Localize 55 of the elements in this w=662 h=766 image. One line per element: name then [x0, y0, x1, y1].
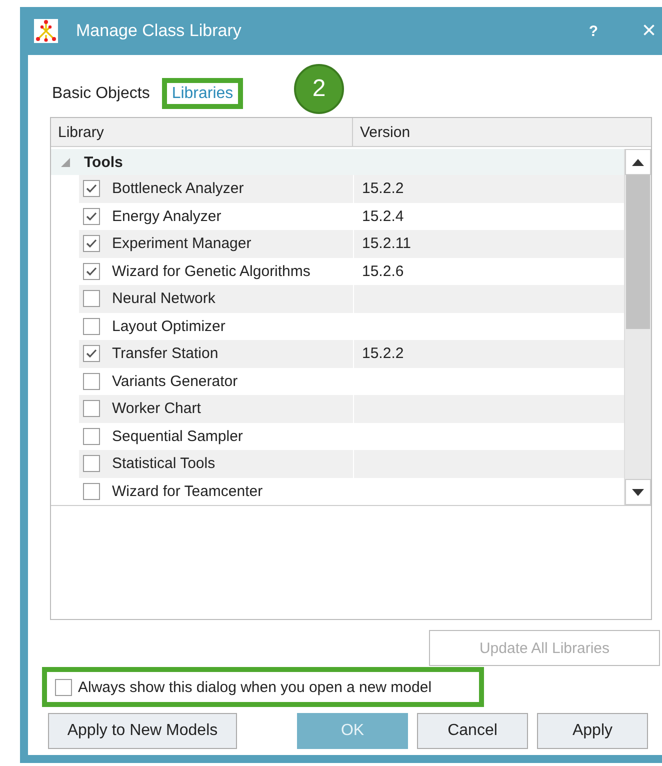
check-icon — [86, 266, 97, 276]
version-cell: 15.2.2 — [362, 345, 404, 362]
dialog-button[interactable]: Cancel — [417, 713, 528, 749]
library-name: Statistical Tools — [112, 455, 216, 472]
library-name: Neural Network — [112, 290, 216, 308]
checkbox[interactable] — [83, 208, 100, 225]
group-name[interactable]: Tools — [84, 154, 123, 170]
library-name: Transfer Station — [112, 345, 218, 362]
always-show-option[interactable]: Always show this dialog when you open a new model — [42, 667, 484, 707]
version-cell: 15.2.2 — [362, 180, 404, 198]
check-icon — [86, 212, 97, 221]
scroll-down-button[interactable] — [625, 479, 651, 505]
tab[interactable]: Basic Objects — [42, 78, 160, 108]
check-icon — [86, 349, 97, 358]
checkbox[interactable] — [83, 345, 100, 362]
checkbox[interactable] — [83, 428, 100, 445]
dialog-button[interactable]: Apply to New Models — [48, 713, 237, 749]
tab[interactable]: Libraries — [162, 78, 244, 108]
checkbox[interactable] — [83, 372, 100, 390]
checkbox[interactable] — [83, 482, 100, 500]
checkbox-label: Always show this dialog when you open a new model — [78, 678, 432, 696]
version-cell: 15.2.11 — [362, 235, 411, 252]
window-title: Manage Class Library — [76, 21, 242, 41]
library-name: Layout Optimizer — [112, 318, 226, 335]
column-header[interactable]: Version — [353, 118, 651, 146]
library-name: Energy Analyzer — [112, 208, 222, 225]
checkbox[interactable] — [83, 318, 100, 335]
checkbox[interactable] — [83, 180, 100, 198]
checkbox[interactable] — [83, 455, 100, 472]
checkbox[interactable] — [55, 678, 72, 696]
library-name: Worker Chart — [112, 400, 201, 418]
scrollbar[interactable] — [624, 149, 651, 505]
checkbox[interactable] — [83, 235, 100, 252]
expand-triangle-icon[interactable] — [61, 158, 70, 166]
library-name: Bottleneck Analyzer — [112, 180, 244, 198]
app-icon — [34, 19, 58, 43]
checkbox[interactable] — [83, 262, 100, 280]
callout-badge: 2 — [294, 64, 344, 114]
scroll-up-button[interactable] — [625, 149, 651, 175]
library-name: Wizard for Teamcenter — [112, 482, 263, 500]
checkbox[interactable] — [83, 400, 100, 418]
library-name: Sequential Sampler — [112, 428, 243, 445]
scroll-thumb[interactable] — [626, 175, 650, 329]
up-triangle-icon — [632, 158, 644, 166]
down-triangle-icon — [632, 488, 644, 496]
column-header[interactable]: Library — [51, 118, 353, 146]
check-icon — [86, 239, 97, 248]
check-icon — [86, 184, 97, 194]
library-name: Wizard for Genetic Algorithms — [112, 262, 310, 280]
checkbox[interactable] — [83, 290, 100, 308]
library-name: Variants Generator — [112, 372, 238, 390]
version-cell: 15.2.4 — [362, 208, 404, 225]
dialog-button[interactable]: Apply — [537, 713, 648, 749]
library-name: Experiment Manager — [112, 235, 252, 252]
version-cell: 15.2.6 — [362, 262, 404, 280]
